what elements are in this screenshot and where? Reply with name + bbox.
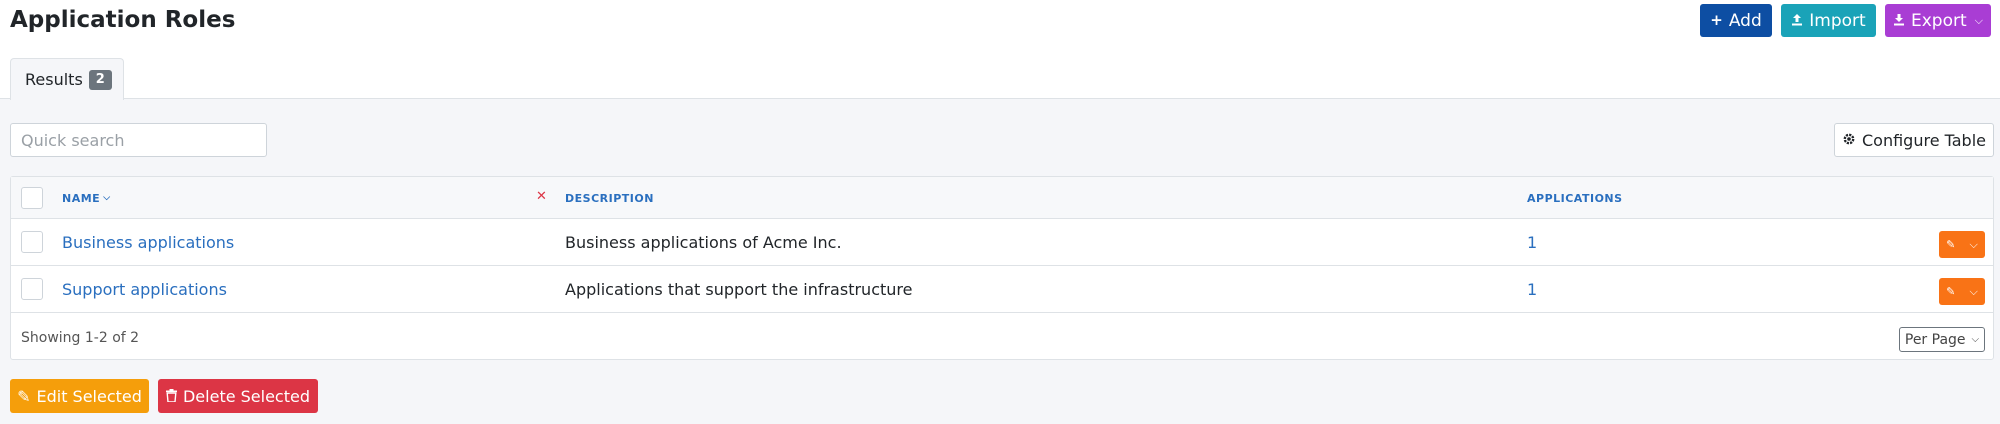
chevron-down-icon: ⌵: [1971, 334, 1980, 345]
applications-count-link[interactable]: 1: [1527, 266, 1537, 313]
column-header-applications-label: APPLICATIONS: [1527, 191, 1623, 205]
pencil-icon: ✎: [1946, 285, 1956, 298]
clear-sort-icon[interactable]: ✕: [536, 189, 547, 204]
export-button-label: Export: [1911, 10, 1967, 31]
chevron-down-icon: ⌵: [1969, 237, 1978, 251]
row-checkbox[interactable]: [21, 231, 43, 253]
import-button[interactable]: Import: [1781, 4, 1876, 37]
pencil-icon: ✎: [1946, 238, 1956, 251]
row-edit-button[interactable]: ✎ ⌵: [1939, 278, 1985, 305]
edit-selected-button[interactable]: ✎ Edit Selected: [10, 379, 149, 413]
chevron-down-icon: ⌵: [1974, 13, 1983, 27]
export-button[interactable]: Export ⌵: [1885, 4, 1991, 37]
trash-icon: [165, 387, 177, 406]
role-name-link[interactable]: Business applications: [62, 219, 234, 266]
tab-results[interactable]: Results 2: [10, 58, 124, 100]
results-tabbar: Results 2: [0, 58, 2000, 100]
column-header-description: DESCRIPTION: [565, 177, 654, 219]
delete-selected-label: Delete Selected: [182, 386, 310, 406]
import-button-label: Import: [1809, 10, 1866, 31]
column-header-applications: APPLICATIONS: [1527, 177, 1623, 219]
column-header-name[interactable]: NAME ⌵: [62, 177, 111, 219]
edit-selected-label: Edit Selected: [36, 386, 142, 406]
table-row: Business applications Business applicati…: [11, 219, 1993, 266]
delete-selected-button[interactable]: Delete Selected: [158, 379, 318, 413]
select-all-checkbox[interactable]: [21, 187, 43, 209]
applications-count-link[interactable]: 1: [1527, 219, 1537, 266]
column-header-name-label: NAME: [62, 191, 101, 205]
upload-icon: [1791, 13, 1803, 29]
configure-table-button[interactable]: Configure Table: [1834, 123, 1994, 157]
add-button-label: Add: [1728, 10, 1762, 31]
per-page-select[interactable]: Per Page ⌵: [1899, 327, 1985, 352]
row-checkbox[interactable]: [21, 278, 43, 300]
sort-desc-icon: ⌵: [103, 193, 111, 203]
configure-table-label: Configure Table: [1861, 130, 1986, 150]
quick-search-input[interactable]: [10, 123, 267, 157]
table-header: NAME ⌵ ✕ DESCRIPTION APPLICATIONS: [11, 177, 1993, 219]
role-name-link[interactable]: Support applications: [62, 266, 227, 313]
role-description: Business applications of Acme Inc.: [565, 233, 842, 252]
column-header-description-label: DESCRIPTION: [565, 191, 654, 205]
page-header: Application Roles + Add Import Export ⌵: [0, 0, 2000, 58]
plus-icon: +: [1710, 11, 1723, 29]
table-footer: Showing 1-2 of 2 Per Page ⌵: [11, 315, 1993, 361]
add-button[interactable]: + Add: [1700, 4, 1772, 37]
row-edit-button[interactable]: ✎ ⌵: [1939, 231, 1985, 258]
chevron-down-icon: ⌵: [1969, 284, 1978, 298]
per-page-label: Per Page: [1904, 331, 1966, 348]
table-row: Support applications Applications that s…: [11, 266, 1993, 313]
pagination-summary: Showing 1-2 of 2: [21, 330, 140, 346]
download-icon: [1893, 13, 1905, 29]
page-title: Application Roles: [10, 7, 236, 33]
roles-table: NAME ⌵ ✕ DESCRIPTION APPLICATIONS Busine…: [10, 176, 1994, 360]
results-count-badge: 2: [88, 69, 112, 90]
pencil-icon: ✎: [17, 386, 31, 406]
role-description: Applications that support the infrastruc…: [565, 280, 913, 299]
tab-results-label: Results: [25, 70, 83, 89]
gear-icon: [1842, 131, 1856, 150]
